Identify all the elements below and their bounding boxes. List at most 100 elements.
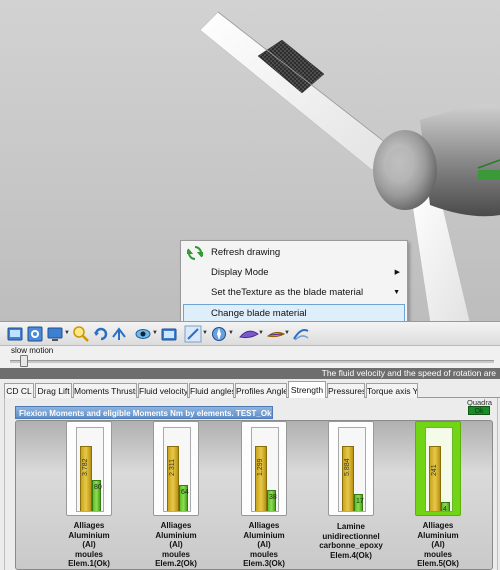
element-bar-plot: 241 4 bbox=[425, 427, 453, 513]
element-name-line: (Al) bbox=[82, 540, 96, 549]
element-name-line: Elem.1(Ok) bbox=[68, 559, 110, 568]
element-name-line: Lamine bbox=[336, 522, 365, 531]
element-card-2[interactable]: 2.311 64 bbox=[153, 421, 199, 516]
element-name-line: Elem.5(Ok) bbox=[417, 559, 459, 568]
tab-pressures[interactable]: Pressures bbox=[327, 383, 365, 398]
eligible-moment-label: 3.782 bbox=[82, 458, 89, 476]
element-name-line: Alliages bbox=[73, 521, 105, 530]
flexion-moment-label: 64 bbox=[181, 489, 189, 496]
menu-item-change-blade-material[interactable]: Change blade material bbox=[183, 304, 405, 321]
context-menu: Refresh drawing Display Mode ▶ Set theTe… bbox=[180, 240, 408, 321]
element-name-line: carbonne_epoxy bbox=[319, 541, 383, 550]
chevron-down-icon[interactable]: ▼ bbox=[284, 330, 290, 336]
hub bbox=[373, 130, 437, 210]
element-bar-plot: 1.299 38 bbox=[251, 427, 279, 512]
element-name-line: moules bbox=[249, 549, 278, 559]
element-bar-plot: 3.782 80 bbox=[76, 427, 104, 512]
slow-motion-label: slow motion bbox=[11, 346, 54, 355]
settings-icon[interactable] bbox=[26, 325, 44, 343]
eye-icon[interactable] bbox=[134, 325, 152, 343]
menu-item-label: Change blade material bbox=[211, 308, 307, 319]
flexion-moment-label: 4 bbox=[443, 506, 447, 513]
element-bar-plot: 2.311 64 bbox=[163, 427, 191, 512]
flexion-moment-label: 38 bbox=[269, 494, 277, 501]
tab-fluid-velocity[interactable]: Fluid velocity bbox=[138, 383, 188, 398]
arrows-icon[interactable] bbox=[110, 325, 128, 343]
monitor-icon[interactable] bbox=[46, 325, 64, 343]
chevron-down-icon[interactable]: ▼ bbox=[152, 330, 158, 336]
element-name: Lamine unidirectionnel carbonne_epoxy Elem.… bbox=[309, 522, 393, 560]
element-name-line: Alliages bbox=[160, 521, 192, 530]
eligible-moment-label: 5.884 bbox=[344, 458, 351, 476]
tab-fluid-angles[interactable]: Fluid angles bbox=[189, 383, 234, 398]
element-name-line: Alliages bbox=[422, 521, 454, 530]
rotate-icon[interactable] bbox=[92, 325, 110, 343]
menu-item-label: Refresh drawing bbox=[211, 247, 281, 258]
element-name-line: moules bbox=[74, 549, 103, 559]
chevron-down-icon[interactable]: ▼ bbox=[64, 330, 70, 336]
slow-motion-slider-handle[interactable] bbox=[19, 355, 28, 367]
menu-item-display-mode[interactable]: Display Mode ▶ bbox=[181, 263, 407, 283]
chevron-down-icon: ▼ bbox=[393, 289, 400, 296]
panel-title: Flexion Moments and eligible Moments Nm … bbox=[15, 406, 273, 419]
3d-viewport[interactable]: Refresh drawing Display Mode ▶ Set theTe… bbox=[0, 0, 500, 322]
upper-blade bbox=[199, 11, 396, 171]
flexion-moment-label: 80 bbox=[94, 484, 102, 491]
chevron-down-icon[interactable]: ▼ bbox=[202, 330, 208, 336]
element-name: Alliages Aluminium (Al) moules Elem.3(Ok) bbox=[222, 521, 306, 569]
element-name-line: Alliages bbox=[248, 521, 280, 530]
tab-bar: CD CL Drag Lift Moments Thrusts Fluid ve… bbox=[4, 381, 500, 398]
screenshot-icon[interactable] bbox=[6, 325, 24, 343]
slow-motion-track[interactable] bbox=[10, 360, 494, 363]
eligible-moment-label: 2.311 bbox=[169, 459, 176, 476]
camera-icon[interactable] bbox=[160, 325, 178, 343]
element-name-line: (Al) bbox=[257, 540, 271, 549]
element-card-5[interactable]: 241 4 bbox=[415, 421, 461, 516]
element-name-line: Aluminium bbox=[68, 530, 110, 540]
eligible-moment-label: 241 bbox=[431, 464, 438, 476]
element-name-line: moules bbox=[423, 549, 452, 559]
slow-motion-control: slow motion bbox=[0, 346, 500, 368]
element-name: Alliages Aluminium (Al) moules Elem.2(Ok) bbox=[134, 521, 218, 569]
tab-strength[interactable]: Strength bbox=[288, 381, 326, 398]
element-name-line: Elem.3(Ok) bbox=[243, 559, 285, 568]
compass-icon[interactable] bbox=[210, 325, 228, 343]
toolbar: ▼ ▼ ▼ ▼ ▼ ▼ bbox=[0, 322, 500, 346]
blade-icon[interactable] bbox=[238, 325, 260, 343]
element-name-line: Elem.4(Ok) bbox=[330, 550, 372, 560]
tab-moments-thrusts[interactable]: Moments Thrusts bbox=[73, 383, 137, 398]
element-card-4[interactable]: 5.884 17 bbox=[328, 421, 374, 516]
element-name-line: unidirectionnel bbox=[322, 531, 380, 541]
element-card-3[interactable]: 1.299 38 bbox=[241, 421, 287, 516]
tab-drag-lift[interactable]: Drag Lift bbox=[35, 383, 72, 398]
element-name-line: Aluminium bbox=[243, 530, 285, 540]
eligible-moment-bar bbox=[429, 446, 441, 511]
eligible-moment-label: 1.299 bbox=[257, 458, 264, 476]
refresh-icon bbox=[187, 246, 203, 260]
eligible-moment-bar bbox=[255, 446, 267, 511]
tab-profiles-angles[interactable]: Profiles Angles bbox=[235, 383, 287, 398]
menu-item-set-texture[interactable]: Set theTexture as the blade material ▼ bbox=[181, 283, 407, 303]
zoom-icon[interactable] bbox=[72, 325, 90, 343]
menu-item-refresh-drawing[interactable]: Refresh drawing bbox=[181, 243, 407, 263]
tab-cd-cl[interactable]: CD CL bbox=[4, 383, 34, 398]
flexion-moment-label: 17 bbox=[356, 498, 364, 505]
tab-torque-axis-y[interactable]: Torque axis Y bbox=[366, 383, 418, 398]
menu-item-label: Set theTexture as the blade material bbox=[211, 287, 364, 298]
status-bar: The fluid velocity and the speed of rota… bbox=[0, 368, 500, 379]
chevron-down-icon[interactable]: ▼ bbox=[228, 330, 234, 336]
element-bar-plot: 5.884 17 bbox=[338, 427, 366, 512]
submenu-arrow-icon: ▶ bbox=[394, 269, 400, 276]
eligible-moment-bar bbox=[342, 446, 354, 511]
element-name-line: (Al) bbox=[169, 540, 183, 549]
element-name: Alliages Aluminium (Al) moules Elem.5(Ok) bbox=[396, 521, 480, 569]
chevron-down-icon[interactable]: ▼ bbox=[258, 330, 264, 336]
eligible-moment-bar bbox=[167, 446, 179, 511]
quadra-status-badge: Ok bbox=[468, 406, 490, 415]
element-card-1[interactable]: 3.782 80 bbox=[66, 421, 112, 516]
element-name-line: Elem.2(Ok) bbox=[155, 559, 197, 568]
pencil-icon[interactable] bbox=[184, 325, 202, 343]
paint-icon[interactable] bbox=[266, 325, 286, 343]
flow-icon[interactable] bbox=[292, 325, 310, 343]
element-name-line: moules bbox=[161, 549, 190, 559]
